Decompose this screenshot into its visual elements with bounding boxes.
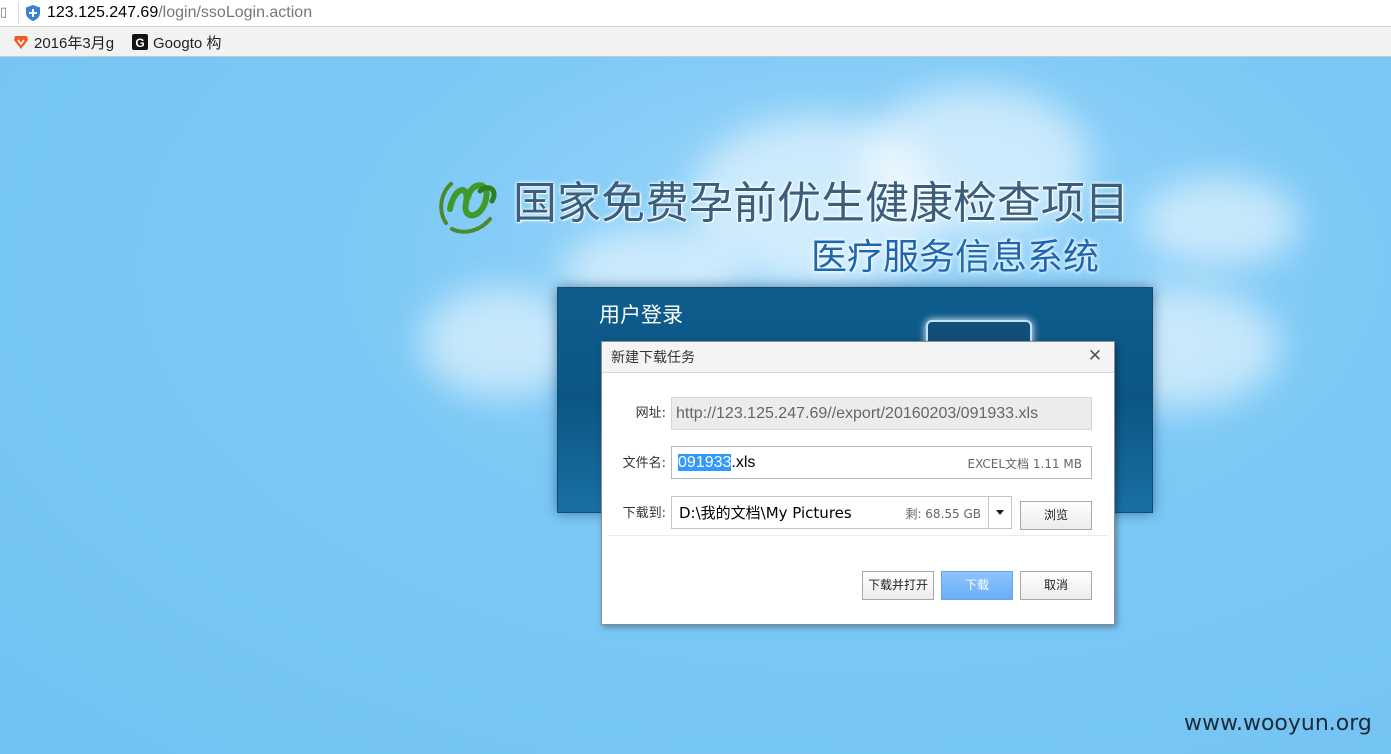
address-url[interactable]: 123.125.247.69/login/ssoLogin.action bbox=[47, 3, 312, 23]
shield-icon bbox=[26, 5, 40, 21]
close-icon[interactable]: ✕ bbox=[1086, 346, 1104, 366]
bookmark-label: 2016年3月g bbox=[34, 34, 115, 52]
url-field[interactable]: http://123.125.247.69//export/20160203/0… bbox=[671, 397, 1092, 430]
bookmarks-bar: 2016年3月g G Googto 构 bbox=[0, 27, 1391, 57]
page-icon: ▯ bbox=[0, 5, 8, 20]
dialog-header: 新建下载任务 ✕ bbox=[602, 342, 1114, 373]
save-path-select[interactable]: D:\我的文档\My Pictures 剩: 68.55 GB bbox=[671, 496, 1012, 529]
save-path-label: 下载到: bbox=[622, 506, 666, 521]
address-divider bbox=[18, 2, 19, 24]
address-path: /login/ssoLogin.action bbox=[158, 4, 313, 21]
g-letter-icon: G bbox=[132, 34, 148, 50]
project-logo-icon bbox=[439, 181, 497, 234]
watermark: www.wooyun.org bbox=[1184, 711, 1372, 736]
dialog-divider bbox=[608, 535, 1108, 536]
dialog-title: 新建下载任务 bbox=[611, 350, 695, 366]
url-value: http://123.125.247.69//export/20160203/0… bbox=[676, 405, 1039, 422]
url-label: 网址: bbox=[635, 406, 666, 421]
download-button[interactable]: 下载 bbox=[941, 571, 1013, 600]
address-bar[interactable]: ▯ 123.125.247.69/login/ssoLogin.action bbox=[0, 0, 1391, 27]
save-path-value: D:\我的文档\My Pictures bbox=[679, 504, 852, 522]
cloud-decoration bbox=[1140, 177, 1300, 267]
cancel-button[interactable]: 取消 bbox=[1020, 571, 1092, 600]
chevron-down-icon[interactable] bbox=[988, 497, 1011, 528]
filename-label: 文件名: bbox=[622, 456, 666, 471]
download-dialog: 新建下载任务 ✕ 网址: http://123.125.247.69//expo… bbox=[601, 341, 1115, 625]
bookmark-label: Googto 构 bbox=[153, 34, 222, 52]
filename-selection: 091933 bbox=[678, 454, 732, 471]
download-and-open-button[interactable]: 下载并打开 bbox=[862, 571, 934, 600]
system-title: 国家免费孕前优生健康检查项目 bbox=[513, 178, 1129, 229]
browse-button[interactable]: 浏览 bbox=[1020, 501, 1092, 530]
free-space: 剩: 68.55 GB bbox=[905, 507, 981, 521]
svg-text:G: G bbox=[135, 36, 144, 50]
login-title: 用户登录 bbox=[599, 303, 683, 327]
file-type-size: EXCEL文档 1.11 MB bbox=[967, 457, 1082, 471]
bookmark-item-2[interactable]: G Googto 构 bbox=[132, 32, 221, 52]
cloud-decoration bbox=[420, 287, 580, 397]
system-subtitle: 医疗服务信息系统 bbox=[811, 237, 1100, 278]
brave-lion-icon bbox=[13, 34, 29, 50]
filename-extension: .xls bbox=[731, 454, 756, 471]
filename-input[interactable]: 091933.xls EXCEL文档 1.11 MB bbox=[671, 446, 1092, 479]
filename-value: 091933.xls bbox=[678, 454, 755, 472]
bookmark-item-1[interactable]: 2016年3月g bbox=[13, 32, 114, 52]
address-host: 123.125.247.69 bbox=[47, 4, 159, 21]
